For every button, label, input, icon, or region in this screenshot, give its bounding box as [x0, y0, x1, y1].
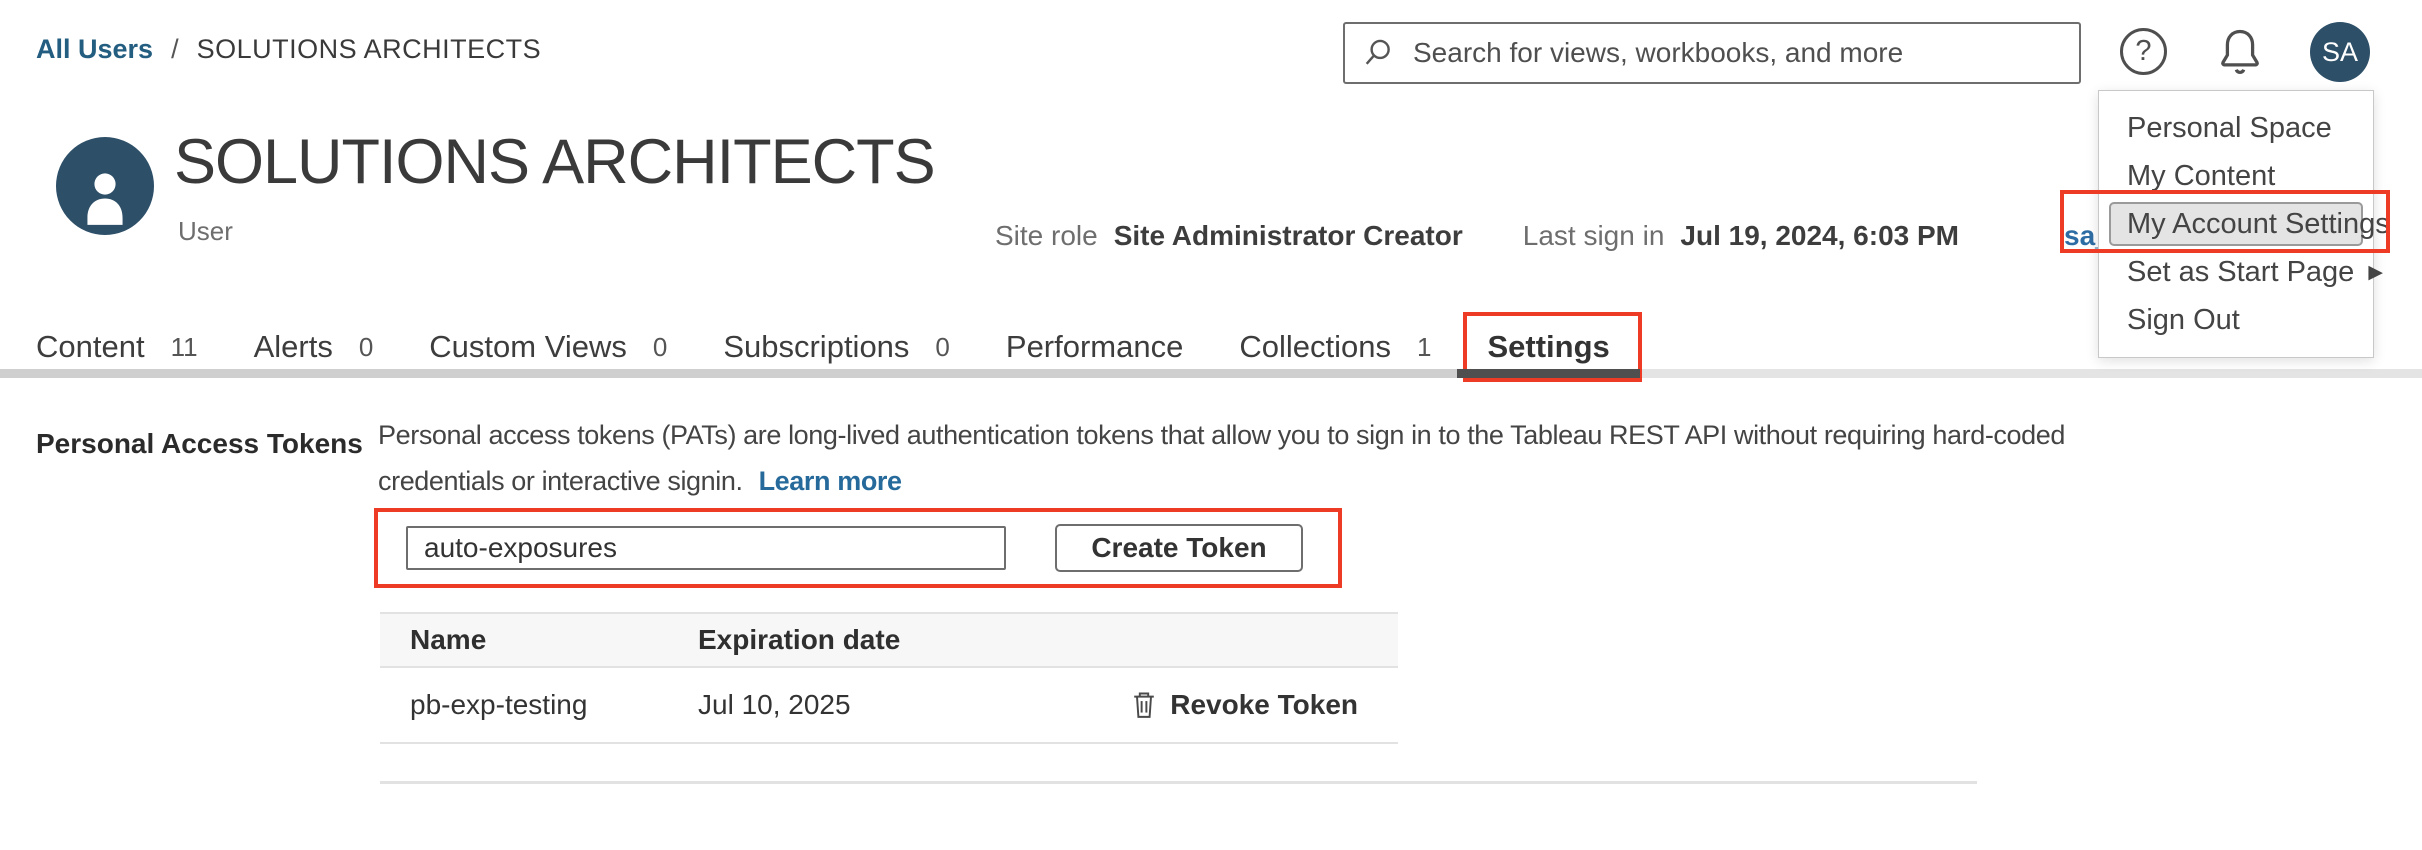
menu-item-label: My Account Settings — [2127, 208, 2390, 241]
menu-item-sign-out[interactable]: Sign Out — [2099, 296, 2373, 344]
last-sign-in-value: Jul 19, 2024, 6:03 PM — [1680, 220, 1959, 252]
user-type-label: User — [178, 216, 233, 247]
tab-label: Custom Views — [429, 329, 627, 365]
user-avatar[interactable]: SA — [2310, 22, 2370, 82]
breadcrumb-all-users-link[interactable]: All Users — [36, 34, 153, 65]
create-token-button[interactable]: Create Token — [1055, 524, 1303, 572]
revoke-token-button[interactable]: Revoke Token — [1118, 689, 1398, 721]
tab-count: 0 — [653, 332, 667, 363]
submenu-arrow-icon: ▶ — [2368, 261, 2383, 284]
page-title: SOLUTIONS ARCHITECTS — [174, 126, 935, 198]
tab-count: 0 — [359, 332, 373, 363]
menu-item-label: Set as Start Page — [2127, 256, 2354, 289]
pat-description: Personal access tokens (PATs) are long-l… — [378, 412, 2065, 504]
breadcrumb: All Users / SOLUTIONS ARCHITECTS — [36, 34, 541, 65]
search-input[interactable] — [1411, 36, 2063, 70]
tab-subscriptions[interactable]: Subscriptions 0 — [723, 324, 950, 370]
profile-avatar — [56, 137, 154, 235]
tab-label: Alerts — [254, 329, 333, 365]
tab-custom-views[interactable]: Custom Views 0 — [429, 324, 667, 370]
menu-item-my-account-settings[interactable]: My Account Settings — [2109, 202, 2363, 246]
last-sign-in-label: Last sign in — [1523, 220, 1665, 252]
pat-description-line2: credentials or interactive signin. — [378, 466, 743, 496]
search-bar[interactable] — [1343, 22, 2081, 84]
tab-collections[interactable]: Collections 1 — [1239, 324, 1431, 370]
user-menu: Personal Space My Content My Account Set… — [2098, 90, 2374, 358]
person-icon — [74, 163, 136, 235]
help-glyph: ? — [2135, 35, 2151, 68]
help-icon[interactable]: ? — [2120, 28, 2167, 75]
tab-label: Subscriptions — [723, 329, 909, 365]
tab-label: Settings — [1487, 329, 1609, 365]
token-name-cell: pb-exp-testing — [380, 689, 698, 721]
tab-count: 0 — [935, 332, 949, 363]
menu-item-label: Personal Space — [2127, 112, 2332, 145]
section-divider — [380, 781, 1977, 784]
token-expiration-cell: Jul 10, 2025 — [698, 689, 1118, 721]
menu-item-my-content[interactable]: My Content — [2099, 152, 2373, 200]
tab-content[interactable]: Content 11 — [36, 324, 198, 370]
tab-label: Collections — [1239, 329, 1391, 365]
tab-bar-track-right — [1560, 369, 2422, 378]
menu-item-personal-space[interactable]: Personal Space — [2099, 104, 2373, 152]
pat-section-label: Personal Access Tokens — [36, 428, 363, 460]
menu-item-set-as-start-page[interactable]: Set as Start Page ▶ — [2099, 248, 2373, 296]
table-row: pb-exp-testing Jul 10, 2025 Revoke Token — [380, 668, 1398, 744]
token-table: Name Expiration date pb-exp-testing Jul … — [380, 612, 1398, 744]
learn-more-link[interactable]: Learn more — [759, 466, 902, 496]
tab-settings[interactable]: Settings — [1487, 324, 1609, 370]
site-role-label: Site role — [995, 220, 1098, 252]
tab-performance[interactable]: Performance — [1006, 324, 1183, 370]
column-header-expiration: Expiration date — [698, 624, 1118, 656]
revoke-token-label: Revoke Token — [1170, 689, 1358, 721]
tab-label: Performance — [1006, 329, 1183, 365]
account-settings-page: All Users / SOLUTIONS ARCHITECTS ? SA Pe… — [0, 0, 2422, 850]
site-role-value: Site Administrator Creator — [1114, 220, 1463, 252]
pat-description-line1: Personal access tokens (PATs) are long-l… — [378, 412, 2065, 458]
menu-item-label: My Content — [2127, 160, 2275, 193]
breadcrumb-separator: / — [171, 34, 179, 65]
token-table-header: Name Expiration date — [380, 612, 1398, 668]
tab-alerts[interactable]: Alerts 0 — [254, 324, 374, 370]
tab-label: Content — [36, 329, 145, 365]
search-icon — [1361, 36, 1395, 70]
notifications-bell-icon[interactable] — [2212, 24, 2268, 80]
token-name-input[interactable] — [406, 526, 1006, 570]
tab-count: 11 — [171, 332, 198, 363]
column-header-name: Name — [380, 624, 698, 656]
menu-item-label: Sign Out — [2127, 304, 2240, 337]
tab-count: 1 — [1417, 332, 1431, 363]
breadcrumb-current: SOLUTIONS ARCHITECTS — [197, 34, 542, 65]
tab-bar-track — [0, 369, 1560, 378]
pat-description-line2-wrap: credentials or interactive signin. Learn … — [378, 458, 2065, 504]
trash-icon — [1130, 689, 1158, 721]
avatar-initials: SA — [2322, 37, 2358, 68]
tab-bar: Content 11 Alerts 0 Custom Views 0 Subsc… — [36, 324, 1666, 370]
